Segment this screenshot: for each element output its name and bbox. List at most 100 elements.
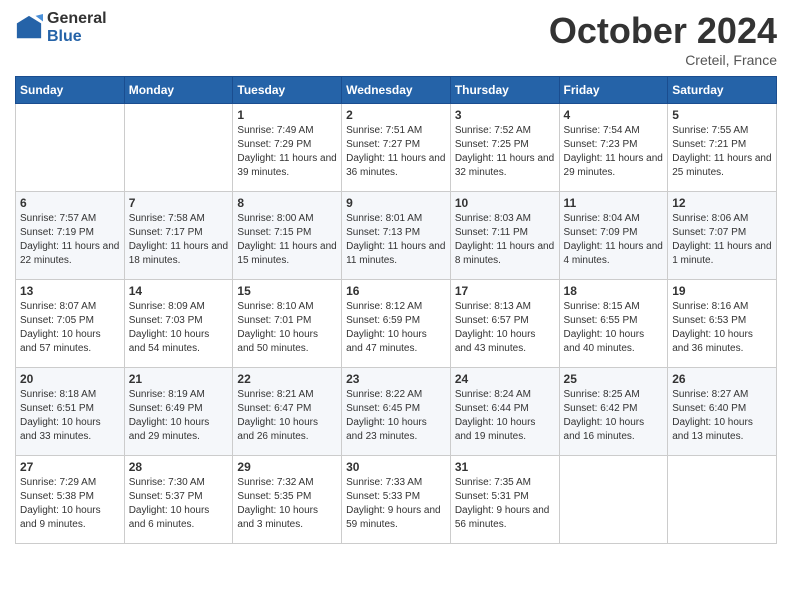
day-cell: 11 Sunrise: 8:04 AM Sunset: 7:09 PM Dayli… [559,192,668,280]
day-info: Sunrise: 8:03 AM Sunset: 7:11 PM Dayligh… [455,212,555,268]
day-info: Sunrise: 7:30 AM Sunset: 5:37 PM Dayligh… [129,476,229,532]
day-info: Sunrise: 8:01 AM Sunset: 7:13 PM Dayligh… [346,212,446,268]
day-number: 23 [346,372,446,386]
day-number: 28 [129,460,229,474]
day-info: Sunrise: 7:52 AM Sunset: 7:25 PM Dayligh… [455,124,555,180]
day-number: 5 [672,108,772,122]
day-cell: 22 Sunrise: 8:21 AM Sunset: 6:47 PM Dayli… [233,368,342,456]
day-cell: 21 Sunrise: 8:19 AM Sunset: 6:49 PM Dayli… [124,368,233,456]
day-cell: 2 Sunrise: 7:51 AM Sunset: 7:27 PM Daylig… [342,104,451,192]
day-cell: 29 Sunrise: 7:32 AM Sunset: 5:35 PM Dayli… [233,456,342,544]
day-number: 21 [129,372,229,386]
day-cell [559,456,668,544]
day-number: 12 [672,196,772,210]
day-cell: 6Sunrise: 7:57 AM Sunset: 7:19 PM Daylig… [16,192,125,280]
day-cell: 25 Sunrise: 8:25 AM Sunset: 6:42 PM Dayli… [559,368,668,456]
day-number: 27 [20,460,120,474]
day-number: 9 [346,196,446,210]
day-info: Sunrise: 8:09 AM Sunset: 7:03 PM Dayligh… [129,300,229,356]
day-number: 25 [564,372,664,386]
week-row-4: 20 Sunrise: 8:18 AM Sunset: 6:51 PM Dayli… [16,368,777,456]
day-cell: 23 Sunrise: 8:22 AM Sunset: 6:45 PM Dayli… [342,368,451,456]
day-cell: 4 Sunrise: 7:54 AM Sunset: 7:23 PM Daylig… [559,104,668,192]
day-info: Sunrise: 8:15 AM Sunset: 6:55 PM Dayligh… [564,300,664,356]
day-number: 3 [455,108,555,122]
day-info: Sunrise: 7:29 AM Sunset: 5:38 PM Dayligh… [20,476,120,532]
day-number: 16 [346,284,446,298]
day-cell: 19Sunrise: 8:16 AM Sunset: 6:53 PM Dayli… [668,280,777,368]
day-number: 6 [20,196,120,210]
day-number: 24 [455,372,555,386]
week-row-3: 13 Sunrise: 8:07 AM Sunset: 7:05 PM Dayli… [16,280,777,368]
day-number: 15 [237,284,337,298]
day-number: 30 [346,460,446,474]
day-number: 7 [129,196,229,210]
day-cell: 16 Sunrise: 8:12 AM Sunset: 6:59 PM Dayli… [342,280,451,368]
location: Creteil, France [549,52,777,68]
day-info: Sunrise: 8:06 AM Sunset: 7:07 PM Dayligh… [672,212,772,268]
day-info: Sunrise: 8:21 AM Sunset: 6:47 PM Dayligh… [237,388,337,444]
day-cell: 24Sunrise: 8:24 AM Sunset: 6:44 PM Dayli… [450,368,559,456]
page-header: General Blue October 2024 Creteil, Franc… [15,10,777,68]
day-number: 13 [20,284,120,298]
week-row-2: 6Sunrise: 7:57 AM Sunset: 7:19 PM Daylig… [16,192,777,280]
day-number: 4 [564,108,664,122]
day-number: 11 [564,196,664,210]
day-cell: 3 Sunrise: 7:52 AM Sunset: 7:25 PM Daylig… [450,104,559,192]
day-number: 19 [672,284,772,298]
day-info: Sunrise: 7:55 AM Sunset: 7:21 PM Dayligh… [672,124,772,180]
day-info: Sunrise: 7:32 AM Sunset: 5:35 PM Dayligh… [237,476,337,532]
day-info: Sunrise: 8:22 AM Sunset: 6:45 PM Dayligh… [346,388,446,444]
day-number: 18 [564,284,664,298]
col-sunday: Sunday [16,77,125,104]
month-title: October 2024 [549,10,777,52]
day-number: 29 [237,460,337,474]
col-monday: Monday [124,77,233,104]
day-cell: 7 Sunrise: 7:58 AM Sunset: 7:17 PM Daylig… [124,192,233,280]
day-info: Sunrise: 8:10 AM Sunset: 7:01 PM Dayligh… [237,300,337,356]
day-info: Sunrise: 8:12 AM Sunset: 6:59 PM Dayligh… [346,300,446,356]
day-info: Sunrise: 8:04 AM Sunset: 7:09 PM Dayligh… [564,212,664,268]
day-cell: 1Sunrise: 7:49 AM Sunset: 7:29 PM Daylig… [233,104,342,192]
page-container: General Blue October 2024 Creteil, Franc… [0,0,792,554]
header-row: Sunday Monday Tuesday Wednesday Thursday… [16,77,777,104]
day-number: 2 [346,108,446,122]
day-info: Sunrise: 7:49 AM Sunset: 7:29 PM Dayligh… [237,124,337,180]
day-number: 10 [455,196,555,210]
day-info: Sunrise: 8:13 AM Sunset: 6:57 PM Dayligh… [455,300,555,356]
day-cell: 31 Sunrise: 7:35 AM Sunset: 5:31 PM Dayli… [450,456,559,544]
day-cell [16,104,125,192]
col-friday: Friday [559,77,668,104]
day-number: 22 [237,372,337,386]
day-info: Sunrise: 7:54 AM Sunset: 7:23 PM Dayligh… [564,124,664,180]
day-cell: 30Sunrise: 7:33 AM Sunset: 5:33 PM Dayli… [342,456,451,544]
logo-general: General [47,10,107,28]
day-number: 20 [20,372,120,386]
day-info: Sunrise: 7:58 AM Sunset: 7:17 PM Dayligh… [129,212,229,268]
logo: General Blue [15,10,107,45]
day-cell: 13 Sunrise: 8:07 AM Sunset: 7:05 PM Dayli… [16,280,125,368]
day-info: Sunrise: 8:25 AM Sunset: 6:42 PM Dayligh… [564,388,664,444]
day-info: Sunrise: 7:35 AM Sunset: 5:31 PM Dayligh… [455,476,555,532]
day-cell [668,456,777,544]
day-cell: 20 Sunrise: 8:18 AM Sunset: 6:51 PM Dayli… [16,368,125,456]
day-cell: 27 Sunrise: 7:29 AM Sunset: 5:38 PM Dayli… [16,456,125,544]
day-info: Sunrise: 8:00 AM Sunset: 7:15 PM Dayligh… [237,212,337,268]
day-cell: 8 Sunrise: 8:00 AM Sunset: 7:15 PM Daylig… [233,192,342,280]
day-info: Sunrise: 8:19 AM Sunset: 6:49 PM Dayligh… [129,388,229,444]
week-row-1: 1Sunrise: 7:49 AM Sunset: 7:29 PM Daylig… [16,104,777,192]
day-number: 14 [129,284,229,298]
day-cell [124,104,233,192]
day-cell: 15 Sunrise: 8:10 AM Sunset: 7:01 PM Dayli… [233,280,342,368]
day-info: Sunrise: 8:18 AM Sunset: 6:51 PM Dayligh… [20,388,120,444]
day-cell: 5 Sunrise: 7:55 AM Sunset: 7:21 PM Daylig… [668,104,777,192]
day-info: Sunrise: 8:07 AM Sunset: 7:05 PM Dayligh… [20,300,120,356]
title-section: October 2024 Creteil, France [549,10,777,68]
col-wednesday: Wednesday [342,77,451,104]
day-cell: 12 Sunrise: 8:06 AM Sunset: 7:07 PM Dayli… [668,192,777,280]
day-info: Sunrise: 7:51 AM Sunset: 7:27 PM Dayligh… [346,124,446,180]
day-number: 8 [237,196,337,210]
day-number: 31 [455,460,555,474]
week-row-5: 27 Sunrise: 7:29 AM Sunset: 5:38 PM Dayli… [16,456,777,544]
day-number: 17 [455,284,555,298]
